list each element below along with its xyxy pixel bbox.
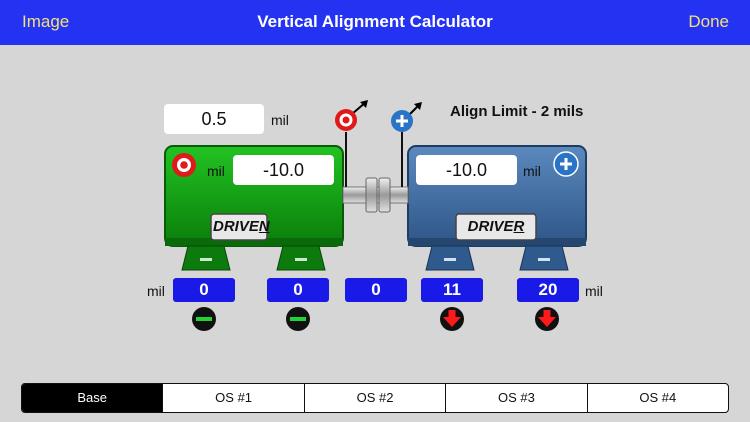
driven-value-field[interactable]: -10.0 [233,155,334,185]
tab-os-4[interactable]: OS #4 [586,384,728,412]
driver-plus-icon[interactable] [553,151,579,177]
driven-foot-right [276,245,326,271]
readout-value: 0 [173,278,235,302]
shaft-coupling [342,177,409,213]
driven-unit: mil [207,163,225,179]
readout-unit-right: mil [585,283,603,299]
driven-foot-left [181,245,231,271]
plus-arrow-icon[interactable] [391,102,422,132]
readout-value: 0 [267,278,329,302]
arrow-down-icon [535,307,559,331]
level-ok-icon [192,307,216,331]
tab-os-1[interactable]: OS #1 [162,384,303,412]
readout-unit-left: mil [147,283,165,299]
driven-nameplate: DRIVEN [213,218,270,235]
readout-value: 11 [421,278,483,302]
driver-foot-left [425,245,475,271]
driver-foot-right [519,245,569,271]
mode-tabs: Base OS #1 OS #2 OS #3 OS #4 [21,383,729,413]
driven-target-icon[interactable] [172,153,196,177]
driver-nameplate: DRIVER [467,218,525,235]
top-offset-unit: mil [271,112,289,128]
arrow-down-icon [440,307,464,331]
tab-os-3[interactable]: OS #3 [445,384,586,412]
driver-unit: mil [523,163,541,179]
level-ok-icon [286,307,310,331]
readout-value: 0 [345,278,407,302]
page-title: Vertical Alignment Calculator [257,12,493,31]
done-button[interactable]: Done [688,12,729,32]
align-limit-label: Align Limit - 2 mils [450,103,584,120]
tab-base[interactable]: Base [22,384,163,412]
target-arrow-icon[interactable] [335,100,368,131]
tab-os-2[interactable]: OS #2 [303,384,445,412]
top-offset-field[interactable]: 0.5 [164,104,264,134]
readout-value: 20 [517,278,579,302]
navigation-bar: Image Vertical Alignment Calculator Done [0,0,750,45]
driver-value-field[interactable]: -10.0 [416,155,517,185]
